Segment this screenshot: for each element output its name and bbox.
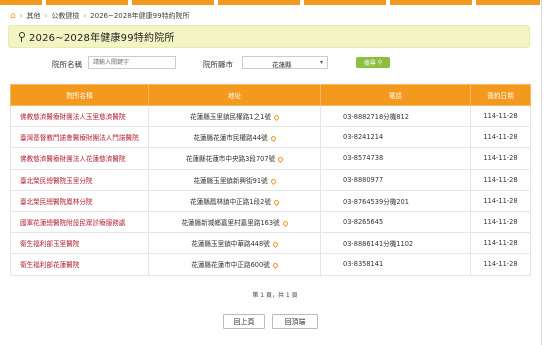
address-text: 花蓮縣玉里鎮民權路1之1號 (190, 113, 271, 122)
clinic-table: 院所名稱 地址 電話 簽約日期 佛教慈濟醫療財團法人玉里慈濟醫院 花蓮縣玉里鎮民… (10, 84, 531, 276)
header-address: 地址 (148, 84, 321, 106)
phone-cell: 03-8886141分機1102 (320, 232, 471, 255)
address-cell: 花蓮縣玉里鎮民權路1之1號 (148, 104, 321, 128)
table-row: 佛教慈濟醫療財團法人花蓮慈濟醫院 花蓮縣花蓮市中央路3段707號 03-8574… (10, 147, 531, 170)
date-cell: 114-11-28 (470, 189, 531, 212)
address-cell: 花蓮縣鳳林鎮中正路1段2號 (148, 189, 321, 212)
address-cell: 花蓮縣花蓮市中央路3段707號 (148, 147, 321, 170)
home-icon[interactable]: ⌂ (10, 11, 16, 21)
phone-cell: 03-8265645 (320, 210, 471, 234)
breadcrumb: ⌂ › 其他 › 公教健檢 › 2026~2028年健康99特約院所 (10, 11, 190, 21)
clinic-name-link[interactable]: 國軍花蓮總醫院附設民眾診療服務處 (10, 210, 149, 234)
date-cell: 114-11-28 (470, 147, 531, 170)
table-header-row: 院所名稱 地址 電話 簽約日期 (10, 84, 531, 106)
chevron-right-icon: › (44, 12, 48, 20)
address-text: 花蓮縣玉里鎮新興街91號 (193, 176, 268, 185)
back-button[interactable]: 回上頁 (223, 314, 265, 329)
name-search-input[interactable] (88, 56, 176, 69)
city-select[interactable]: 花蓮縣 ▾ (242, 56, 328, 69)
city-label: 院所縣市 (203, 60, 233, 69)
chevron-right-icon: › (19, 12, 23, 20)
clinic-name-link[interactable]: 衛生福利部花蓮醫院 (10, 253, 149, 276)
table-row: 國軍花蓮總醫院附設民眾診療服務處 花蓮縣新城鄉嘉里村嘉里路163號 03-826… (10, 210, 531, 234)
search-button[interactable]: 搜尋 ⚲ (356, 57, 390, 68)
phone-cell: 03-8358141 (320, 253, 471, 276)
chevron-right-icon: › (83, 12, 87, 20)
address-text: 花蓮縣花蓮市中正路600號 (191, 261, 270, 270)
address-text: 花蓮縣花蓮市民權路44號 (193, 134, 268, 143)
clinic-name-link[interactable]: 臺灣基督教門諾會醫療財團法人門諾醫院 (10, 126, 149, 149)
date-cell: 114-11-28 (470, 210, 531, 234)
date-cell: 114-11-28 (470, 104, 531, 128)
search-button-label: 搜尋 (363, 60, 376, 67)
chevron-down-icon: ▾ (319, 59, 323, 66)
page-title: 2026~2028年健康99特約院所 (29, 33, 175, 44)
search-form: 院所名稱 院所縣市 花蓮縣 ▾ 搜尋 ⚲ (0, 56, 550, 72)
map-pin-icon[interactable] (277, 156, 285, 164)
clinic-name-link[interactable]: 佛教慈濟醫療財團法人花蓮慈濟醫院 (10, 147, 149, 170)
phone-cell: 03-8574738 (320, 147, 471, 170)
header-name: 院所名稱 (10, 84, 149, 106)
breadcrumb-item-other[interactable]: 其他 (27, 11, 41, 21)
search-icon: ⚲ (377, 59, 383, 66)
phone-cell: 03-8880977 (320, 168, 471, 191)
address-cell: 花蓮縣花蓮市民權路44號 (148, 126, 321, 149)
page-title-bar: 2026~2028年健康99特約院所 (8, 25, 530, 48)
address-cell: 花蓮縣新城鄉嘉里村嘉里路163號 (148, 210, 321, 234)
address-cell: 花蓮縣花蓮市中正路600號 (148, 253, 321, 276)
table-row: 臺北榮民總醫院玉里分院 花蓮縣玉里鎮新興街91號 03-8880977 114-… (10, 168, 531, 191)
address-text: 花蓮縣花蓮市中央路3段707號 (185, 155, 276, 164)
map-pin-icon[interactable] (272, 114, 280, 122)
date-cell: 114-11-28 (470, 126, 531, 149)
phone-cell: 03-8241214 (320, 126, 471, 149)
pagination-info: 第 1 頁，共 1 頁 (252, 292, 298, 299)
table-row: 臺灣基督教門諾會醫療財團法人門諾醫院 花蓮縣花蓮市民權路44號 03-82412… (10, 126, 531, 149)
address-cell: 花蓮縣玉里鎮中華路448號 (148, 232, 321, 255)
date-cell: 114-11-28 (470, 232, 531, 255)
page-edge-divider (541, 0, 542, 345)
clinic-name-link[interactable]: 佛教慈濟醫療財團法人玉里慈濟醫院 (10, 104, 149, 128)
table-row: 衛生福利部玉里醫院 花蓮縣玉里鎮中華路448號 03-8886141分機1102… (10, 232, 531, 255)
date-cell: 114-11-28 (470, 168, 531, 191)
clinic-name-link[interactable]: 臺北榮民總醫院玉里分院 (10, 168, 149, 191)
clinic-name-link[interactable]: 衛生福利部玉里醫院 (10, 232, 149, 255)
map-pin-icon[interactable] (271, 262, 279, 270)
map-pin-icon[interactable] (271, 241, 279, 249)
address-text: 花蓮縣鳳林鎮中正路1段2號 (190, 197, 271, 206)
breadcrumb-item-current: 2026~2028年健康99特約院所 (90, 12, 190, 20)
address-text: 花蓮縣新城鄉嘉里村嘉里路163號 (181, 219, 280, 228)
back-to-top-button[interactable]: 回頂端 (272, 314, 318, 329)
map-pin-icon[interactable] (269, 177, 277, 185)
name-label: 院所名稱 (52, 60, 82, 69)
map-pin-icon[interactable] (272, 198, 280, 206)
address-text: 花蓮縣玉里鎮中華路448號 (191, 240, 270, 249)
city-select-value: 花蓮縣 (272, 61, 292, 69)
map-pin-icon[interactable] (269, 135, 277, 143)
breadcrumb-item-health-check[interactable]: 公教健檢 (51, 11, 79, 21)
top-tab-strip (0, 0, 550, 5)
address-cell: 花蓮縣玉里鎮新興街91號 (148, 168, 321, 191)
header-date: 簽約日期 (470, 84, 531, 106)
table-row: 臺北榮民總醫院鳳林分院 花蓮縣鳳林鎮中正路1段2號 03-8764539分機20… (10, 189, 531, 212)
phone-cell: 03-8882718分機812 (320, 104, 471, 128)
map-pin-icon[interactable] (281, 219, 289, 228)
key-icon (19, 31, 25, 42)
date-cell: 114-11-28 (470, 253, 531, 276)
header-phone: 電話 (320, 84, 471, 106)
table-row: 佛教慈濟醫療財團法人玉里慈濟醫院 花蓮縣玉里鎮民權路1之1號 03-888271… (10, 104, 531, 128)
table-row: 衛生福利部花蓮醫院 花蓮縣花蓮市中正路600號 03-8358141 114-1… (10, 253, 531, 276)
phone-cell: 03-8764539分機201 (320, 189, 471, 212)
clinic-name-link[interactable]: 臺北榮民總醫院鳳林分院 (10, 189, 149, 212)
